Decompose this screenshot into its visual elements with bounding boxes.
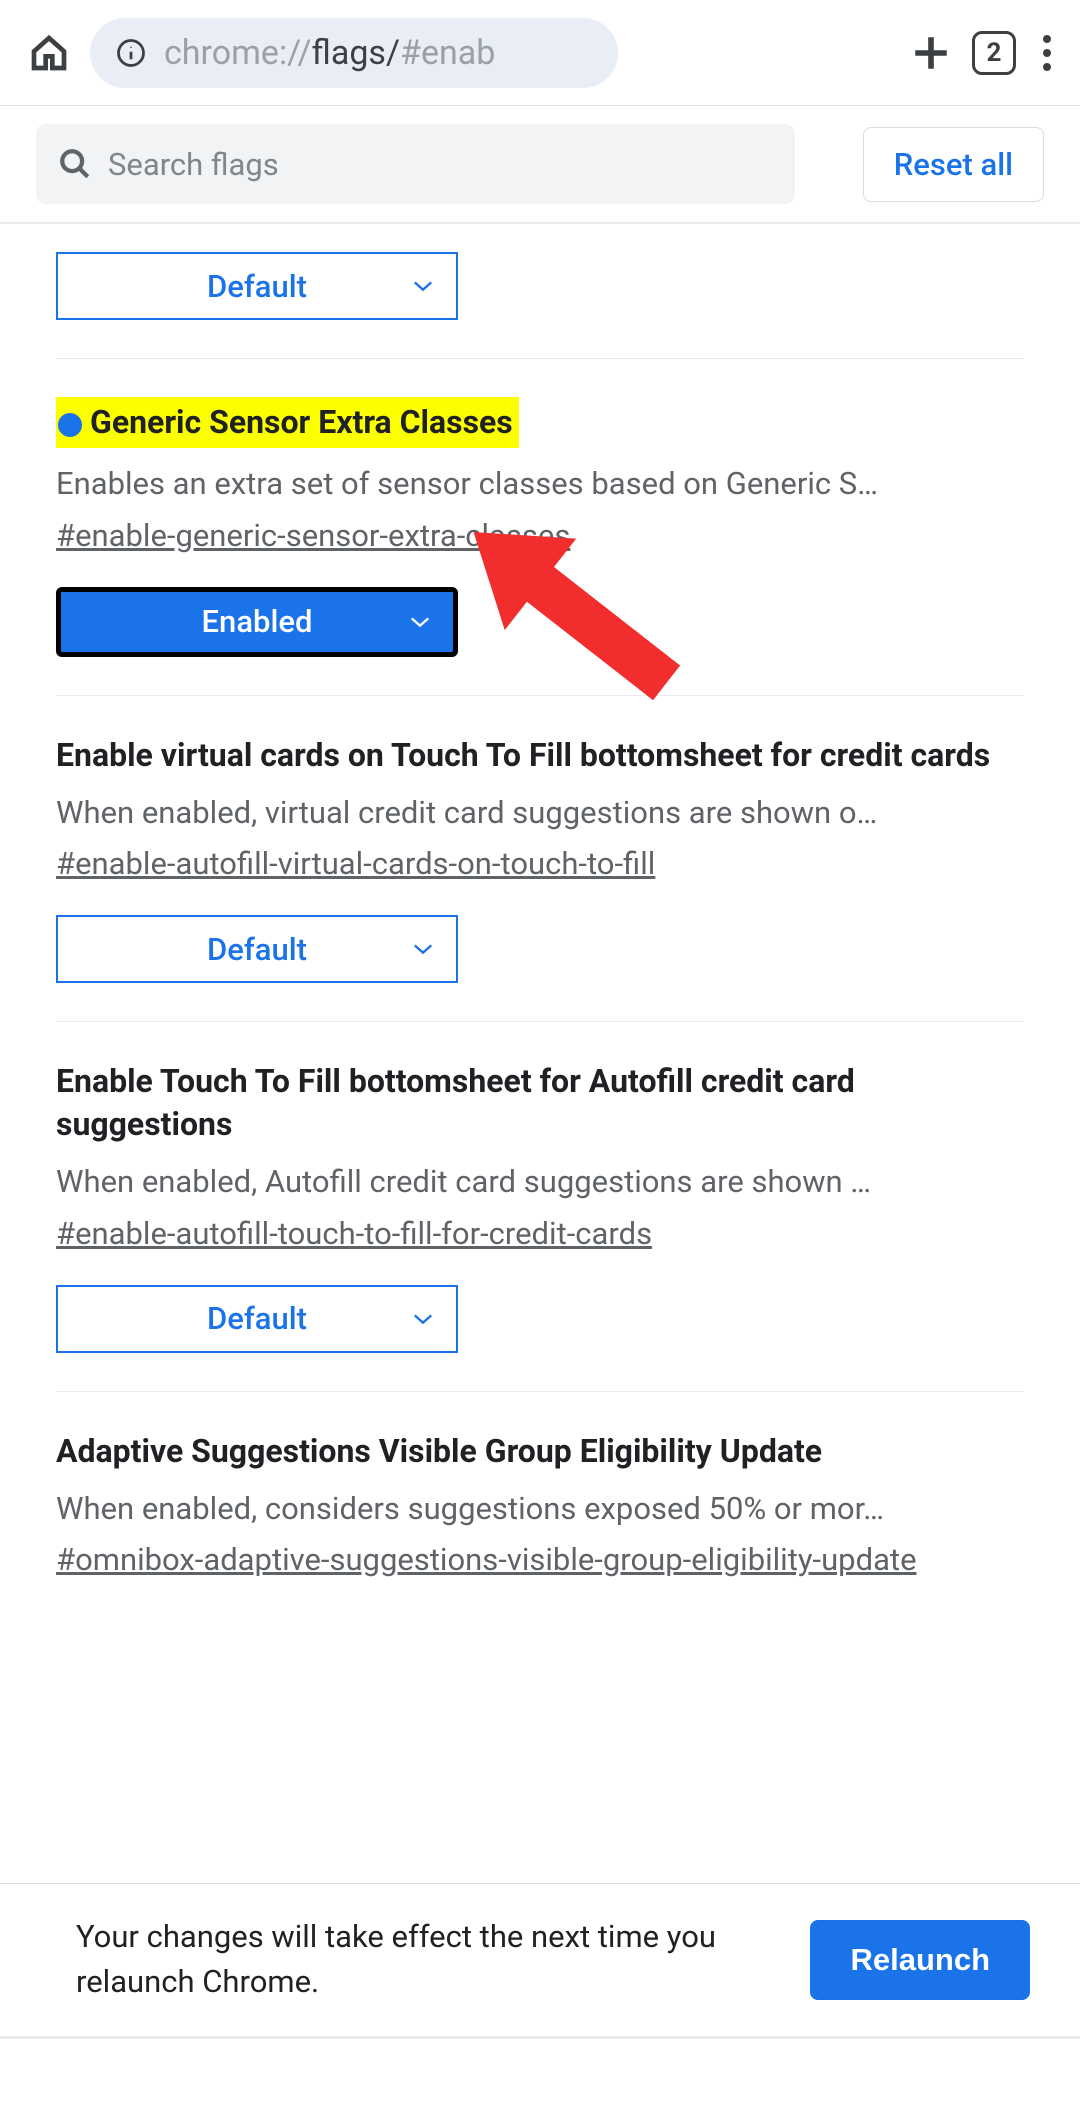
flag-title: Enable Touch To Fill bottomsheet for Aut… [56,1060,1024,1146]
search-placeholder: Search flags [108,146,279,183]
flag-hash-link[interactable]: #enable-autofill-touch-to-fill-for-credi… [56,1212,1024,1257]
flag-title: Generic Sensor Extra Classes [56,397,519,448]
tab-count-value: 2 [987,38,1002,68]
home-icon[interactable] [28,33,70,73]
chevron-down-icon [409,615,431,629]
new-tab-icon[interactable] [910,32,952,74]
bottom-spacer [0,2042,1080,2125]
flag-title: Enable virtual cards on Touch To Fill bo… [56,734,1024,777]
modified-indicator-icon [58,413,82,437]
chevron-down-icon [412,942,434,956]
flags-list: Default Generic Sensor Extra Classes Ena… [0,224,1080,1621]
flag-description: When enabled, considers suggestions expo… [56,1487,1024,1530]
flag-dropdown[interactable]: Default [56,1285,458,1353]
flag-row: Default [56,224,1024,359]
tab-count-button[interactable]: 2 [972,31,1016,75]
relaunch-text: Your changes will take effect the next t… [76,1915,786,2005]
flag-description: Enables an extra set of sensor classes b… [56,462,1024,505]
menu-icon[interactable] [1042,34,1052,72]
flag-hash-link[interactable]: #enable-generic-sensor-extra-classes [56,514,1024,559]
flag-dropdown[interactable]: Enabled [56,587,458,657]
search-icon [58,147,92,181]
relaunch-bar: Your changes will take effect the next t… [0,1883,1080,2039]
flags-toolbar: Search flags Reset all [0,106,1080,224]
flag-hash-link[interactable]: #enable-autofill-virtual-cards-on-touch-… [56,842,1024,887]
url-bar[interactable]: chrome://flags/#enab [90,18,618,88]
flag-dropdown[interactable]: Default [56,915,458,983]
flag-description: When enabled, virtual credit card sugges… [56,791,1024,834]
flag-row: Adaptive Suggestions Visible Group Eligi… [56,1392,1024,1622]
flag-title: Adaptive Suggestions Visible Group Eligi… [56,1430,1024,1473]
flag-row: Enable virtual cards on Touch To Fill bo… [56,696,1024,1023]
reset-all-button[interactable]: Reset all [863,127,1044,202]
browser-bar: chrome://flags/#enab 2 [0,0,1080,106]
chevron-down-icon [412,279,434,293]
search-input[interactable]: Search flags [36,124,795,204]
relaunch-button[interactable]: Relaunch [810,1920,1030,2000]
url-text: chrome://flags/#enab [164,33,495,73]
chevron-down-icon [412,1312,434,1326]
info-icon [116,38,146,68]
flag-description: When enabled, Autofill credit card sugge… [56,1160,1024,1203]
flag-dropdown[interactable]: Default [56,252,458,320]
flag-hash-link[interactable]: #omnibox-adaptive-suggestions-visible-gr… [56,1538,1024,1583]
flag-row: Enable Touch To Fill bottomsheet for Aut… [56,1022,1024,1392]
flag-row: Generic Sensor Extra Classes Enables an … [56,359,1024,696]
